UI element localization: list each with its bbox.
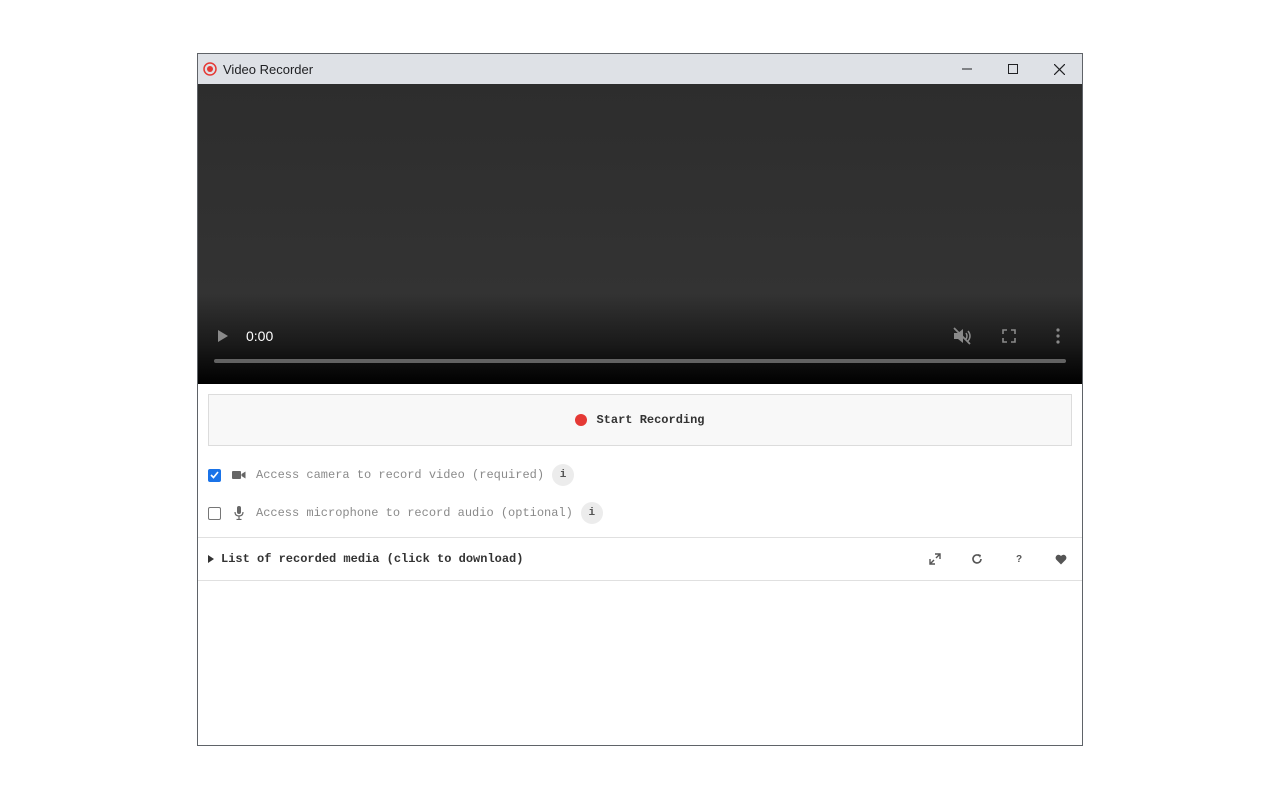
checkmark-icon [210, 471, 219, 479]
start-recording-button[interactable]: Start Recording [208, 394, 1072, 446]
expand-icon [929, 553, 941, 565]
fullscreen-icon [1002, 329, 1016, 343]
mute-button[interactable] [951, 326, 973, 346]
window-title: Video Recorder [223, 61, 314, 77]
recorded-media-toggle[interactable]: List of recorded media (click to downloa… [208, 550, 523, 568]
progress-bar[interactable] [214, 359, 1066, 363]
refresh-icon [972, 554, 982, 564]
record-dot-icon [575, 414, 588, 426]
camera-option: Access camera to record video (required)… [208, 463, 575, 487]
help-icon: ? [1015, 553, 1023, 565]
app-window: Video Recorder 0:00 Start Recording Acce… [197, 53, 1083, 746]
divider [198, 580, 1082, 581]
refresh-button[interactable] [969, 551, 985, 567]
divider [198, 537, 1082, 538]
fullscreen-button[interactable] [1000, 327, 1018, 345]
minimize-button[interactable] [944, 54, 990, 84]
close-icon [1053, 63, 1065, 75]
favorite-button[interactable] [1053, 551, 1069, 567]
help-button[interactable]: ? [1011, 551, 1027, 567]
caret-right-icon [208, 555, 214, 563]
microphone-option-label: Access microphone to record audio (optio… [256, 506, 573, 520]
microphone-option: Access microphone to record audio (optio… [208, 501, 603, 525]
maximize-button[interactable] [990, 54, 1036, 84]
play-icon [218, 330, 228, 342]
microphone-info-button[interactable]: i [580, 502, 603, 524]
video-camera-icon [232, 468, 246, 482]
camera-option-label: Access camera to record video (required) [256, 468, 545, 482]
maximize-icon [1008, 64, 1018, 74]
recorded-media-label: List of recorded media (click to downloa… [221, 552, 524, 566]
more-options-button[interactable] [1051, 326, 1065, 346]
title-bar: Video Recorder [198, 54, 1082, 84]
video-preview[interactable]: 0:00 [198, 84, 1082, 384]
expand-button[interactable] [927, 551, 943, 567]
microphone-icon [232, 506, 246, 520]
more-vertical-icon [1056, 328, 1060, 344]
camera-checkbox[interactable] [208, 468, 221, 482]
close-button[interactable] [1036, 54, 1082, 84]
start-recording-label: Start Recording [596, 413, 705, 427]
heart-icon [1055, 554, 1067, 564]
microphone-checkbox[interactable] [208, 506, 221, 520]
record-app-icon [203, 62, 217, 76]
volume-muted-icon [953, 327, 971, 345]
current-time: 0:00 [246, 328, 274, 344]
minimize-icon [962, 68, 972, 70]
play-button[interactable] [214, 327, 232, 345]
camera-info-button[interactable]: i [552, 464, 575, 486]
